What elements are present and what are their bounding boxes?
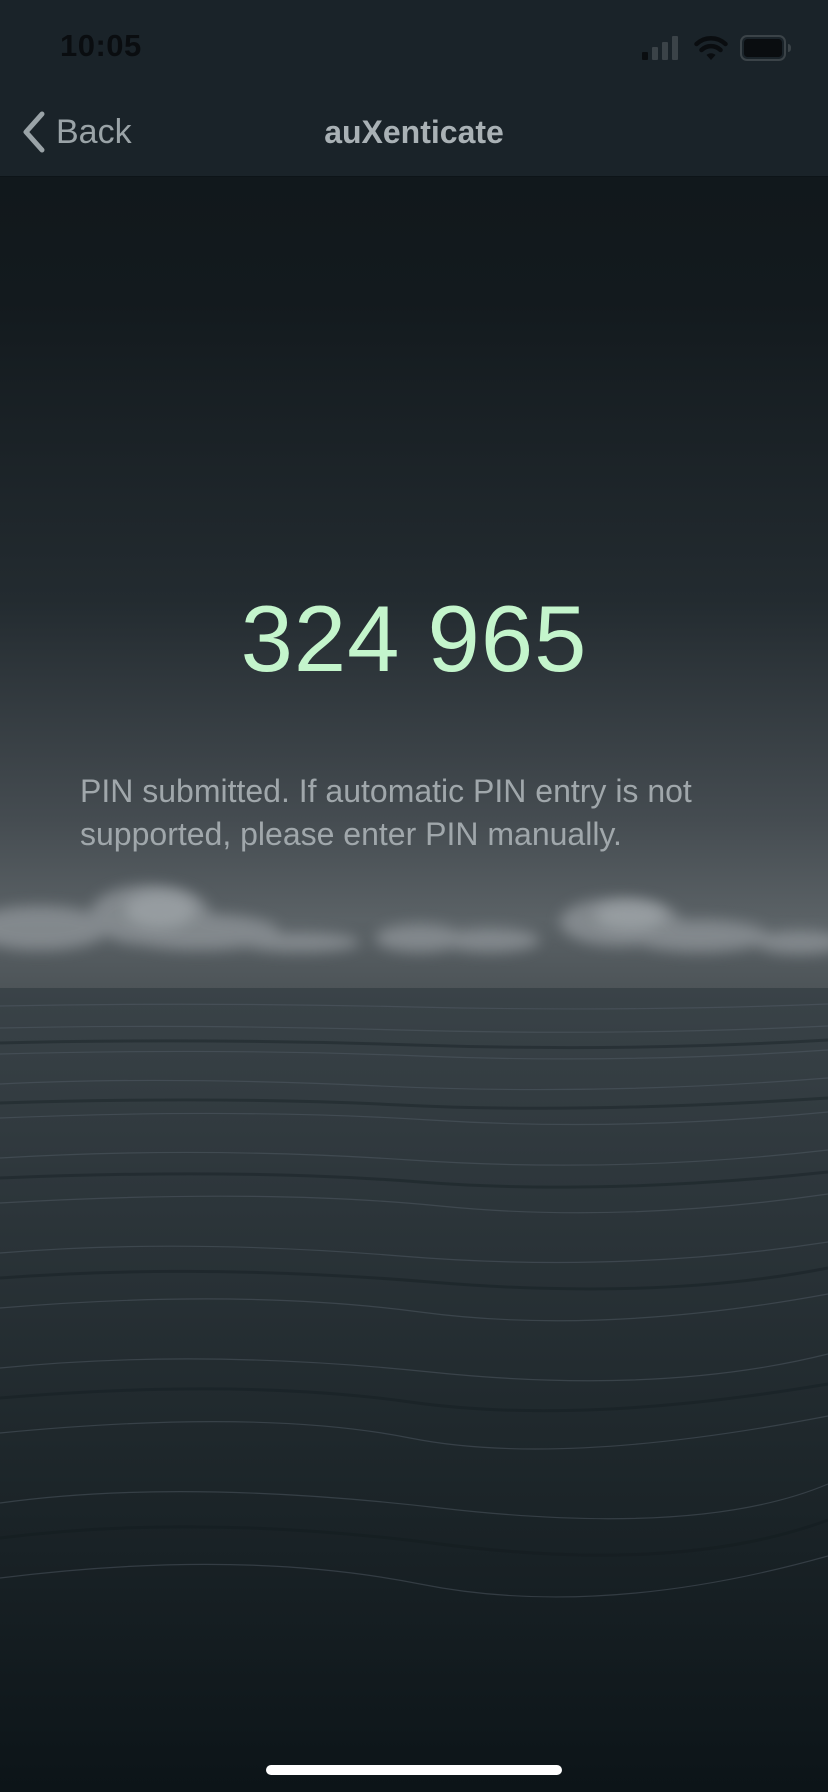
- back-label: Back: [56, 112, 132, 151]
- sea-background: [0, 988, 828, 1792]
- home-indicator[interactable]: [266, 1765, 562, 1775]
- pin-code: 324 965: [240, 586, 588, 691]
- clouds-background: [0, 885, 828, 954]
- pin-status-message: PIN submitted. If automatic PIN entry is…: [80, 773, 692, 852]
- cellular-signal-icon: [642, 35, 680, 65]
- back-button[interactable]: Back: [20, 88, 132, 176]
- chevron-left-icon: [20, 110, 48, 154]
- status-bar: 10:05: [0, 0, 828, 88]
- battery-icon: [740, 34, 792, 66]
- app-screen: 10:05 auXenticate Back 324 965 PIN submi…: [0, 0, 828, 1792]
- status-icons: [642, 34, 792, 66]
- status-time: 10:05: [60, 28, 142, 63]
- navigation-bar: auXenticate Back: [0, 88, 828, 177]
- wifi-icon: [694, 35, 728, 66]
